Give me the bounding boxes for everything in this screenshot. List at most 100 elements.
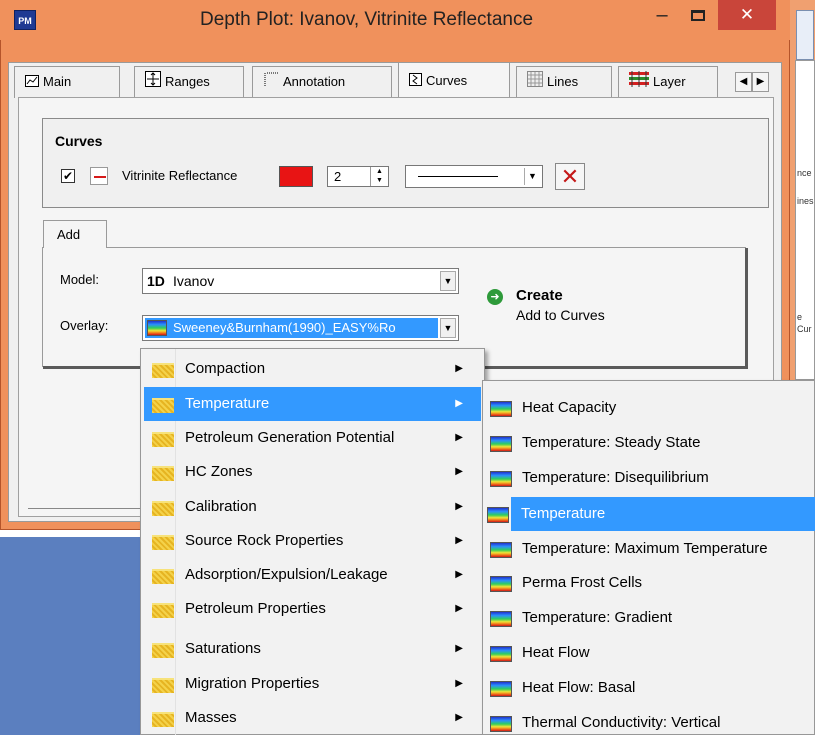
- minimize-button[interactable]: ‒: [647, 4, 677, 30]
- background-window-text: e: [797, 312, 803, 322]
- tab-annotation[interactable]: Annotation: [252, 66, 392, 98]
- curve-name-label: Vitrinite Reflectance: [122, 168, 238, 183]
- create-button[interactable]: Create: [516, 287, 563, 304]
- line-style-dropdown[interactable]: ▼: [405, 165, 543, 188]
- arrow-right-circle-icon[interactable]: ➜: [487, 289, 503, 305]
- line-width-stepper[interactable]: 2 ▲ ▼: [327, 166, 389, 187]
- menu-item-label: Petroleum Properties: [185, 600, 326, 617]
- folder-icon: [152, 363, 174, 378]
- menu-item-label: Heat Capacity: [522, 399, 617, 416]
- model-combobox[interactable]: 1D Ivanov ▼: [142, 268, 459, 294]
- chevron-down-icon[interactable]: ▼: [440, 318, 456, 338]
- menu-item-label: Temperature: [521, 505, 606, 522]
- submenu-arrow-icon: ▶: [455, 678, 463, 689]
- curves-icon: [409, 64, 422, 100]
- tab-main[interactable]: Main: [14, 66, 120, 98]
- submenu-item-heat-flow-basal[interactable]: Heat Flow: Basal: [486, 671, 815, 705]
- menu-item-source-rock-properties[interactable]: Source Rock Properties ▶: [144, 524, 481, 558]
- model-label: Model:: [60, 272, 100, 287]
- menu-item-label: Perma Frost Cells: [522, 574, 643, 591]
- folder-icon: [152, 569, 174, 584]
- submenu-arrow-icon: ▶: [455, 603, 463, 614]
- tab-label: Main: [43, 74, 72, 89]
- temperature-submenu: Heat Capacity Temperature: Steady State …: [482, 380, 815, 735]
- submenu-item-temperature-disequilibrium[interactable]: Temperature: Disequilibrium: [486, 461, 815, 495]
- app-icon[interactable]: PM: [14, 10, 36, 30]
- menu-item-label: Masses: [185, 709, 237, 726]
- chevron-down-icon[interactable]: ▼: [440, 271, 456, 291]
- tab-layer[interactable]: Layer: [618, 66, 718, 98]
- curves-group: [42, 118, 769, 208]
- menu-item-masses[interactable]: Masses ▶: [144, 701, 481, 735]
- tab-scroll-right-button[interactable]: ▶: [752, 72, 769, 92]
- menu-item-hc-zones[interactable]: HC Zones ▶: [144, 455, 481, 489]
- gradient-icon: [490, 576, 512, 592]
- submenu-item-temperature-maximum[interactable]: Temperature: Maximum Temperature: [486, 532, 815, 566]
- menu-item-petroleum-generation-potential[interactable]: Petroleum Generation Potential ▶: [144, 421, 481, 455]
- layer-icon: [629, 68, 649, 98]
- ranges-icon: [145, 68, 161, 98]
- chart-icon: [25, 68, 39, 98]
- curve-color-button[interactable]: [279, 166, 313, 187]
- add-panel-shadow: [745, 248, 748, 368]
- submenu-arrow-icon: ▶: [455, 712, 463, 723]
- overlay-combobox[interactable]: Sweeney&Burnham(1990)_EASY%Ro ▼: [142, 315, 459, 341]
- menu-item-migration-properties[interactable]: Migration Properties ▶: [144, 667, 481, 701]
- submenu-item-temperature[interactable]: Temperature: [487, 497, 815, 531]
- submenu-arrow-icon: ▶: [455, 398, 463, 409]
- menu-item-calibration[interactable]: Calibration ▶: [144, 490, 481, 524]
- background-window-text: Cur: [797, 324, 812, 334]
- tab-curves[interactable]: Curves: [398, 62, 510, 98]
- tab-ranges[interactable]: Ranges: [134, 66, 244, 98]
- folder-icon: [152, 712, 174, 727]
- tab-scroll-left-button[interactable]: ◀: [735, 72, 752, 92]
- menu-item-label: HC Zones: [185, 463, 253, 480]
- create-subtitle: Add to Curves: [516, 307, 605, 323]
- gradient-icon: [490, 681, 512, 697]
- curve-line-sample: [90, 167, 108, 185]
- overlay-category-menu: Compaction ▶ Temperature ▶ Petroleum Gener…: [140, 348, 485, 735]
- menu-item-label: Temperature: [185, 395, 270, 412]
- menu-item-petroleum-properties[interactable]: Petroleum Properties ▶: [144, 592, 481, 626]
- curve-visible-checkbox[interactable]: ✔: [61, 169, 75, 183]
- window-title: Depth Plot: Ivanov, Vitrinite Reflectanc…: [200, 9, 534, 30]
- submenu-arrow-icon: ▶: [455, 535, 463, 546]
- submenu-arrow-icon: ▶: [455, 643, 463, 654]
- tab-add[interactable]: Add: [43, 220, 107, 248]
- lines-icon: [527, 68, 543, 98]
- folder-icon: [152, 678, 174, 693]
- submenu-item-heat-flow[interactable]: Heat Flow: [486, 636, 815, 670]
- gradient-icon: [490, 646, 512, 662]
- stepper-arrows-icon[interactable]: ▲ ▼: [370, 167, 388, 186]
- tab-label: Ranges: [165, 74, 210, 89]
- menu-item-adsorption-expulsion-leakage[interactable]: Adsorption/Expulsion/Leakage ▶: [144, 558, 481, 592]
- maximize-button[interactable]: [683, 4, 713, 30]
- delete-curve-button[interactable]: ✕: [555, 163, 585, 190]
- menu-item-saturations[interactable]: Saturations ▶: [144, 632, 481, 666]
- menu-item-temperature[interactable]: Temperature ▶: [144, 387, 481, 421]
- grid-1d-icon: 1D: [147, 273, 165, 289]
- submenu-item-thermal-conductivity-vertical[interactable]: Thermal Conductivity: Vertical: [486, 706, 815, 735]
- menu-item-label: Temperature: Maximum Temperature: [522, 540, 768, 557]
- menu-item-label: Calibration: [185, 498, 257, 515]
- submenu-item-heat-capacity[interactable]: Heat Capacity: [486, 391, 815, 425]
- menu-item-label: Migration Properties: [185, 675, 320, 692]
- menu-item-label: Temperature: Steady State: [522, 434, 701, 451]
- overlay-label: Overlay:: [60, 318, 109, 333]
- chevron-down-icon[interactable]: ▼: [524, 168, 540, 185]
- overlay-value: Sweeney&Burnham(1990)_EASY%Ro: [145, 318, 438, 338]
- background-window-text: nce: [797, 168, 812, 178]
- gradient-icon: [490, 471, 512, 487]
- submenu-item-temperature-gradient[interactable]: Temperature: Gradient: [486, 601, 815, 635]
- menu-item-label: Heat Flow: [522, 644, 590, 661]
- close-button[interactable]: ✕: [718, 0, 776, 30]
- tab-label: Lines: [547, 74, 579, 89]
- background-window-button[interactable]: [796, 10, 814, 60]
- submenu-item-perma-frost-cells[interactable]: Perma Frost Cells: [486, 566, 815, 600]
- menu-item-compaction[interactable]: Compaction ▶: [144, 352, 481, 386]
- submenu-item-temperature-steady-state[interactable]: Temperature: Steady State: [486, 426, 815, 460]
- annotation-icon: [263, 68, 279, 98]
- submenu-arrow-icon: ▶: [455, 363, 463, 374]
- menu-item-label: Saturations: [185, 640, 261, 657]
- tab-lines[interactable]: Lines: [516, 66, 612, 98]
